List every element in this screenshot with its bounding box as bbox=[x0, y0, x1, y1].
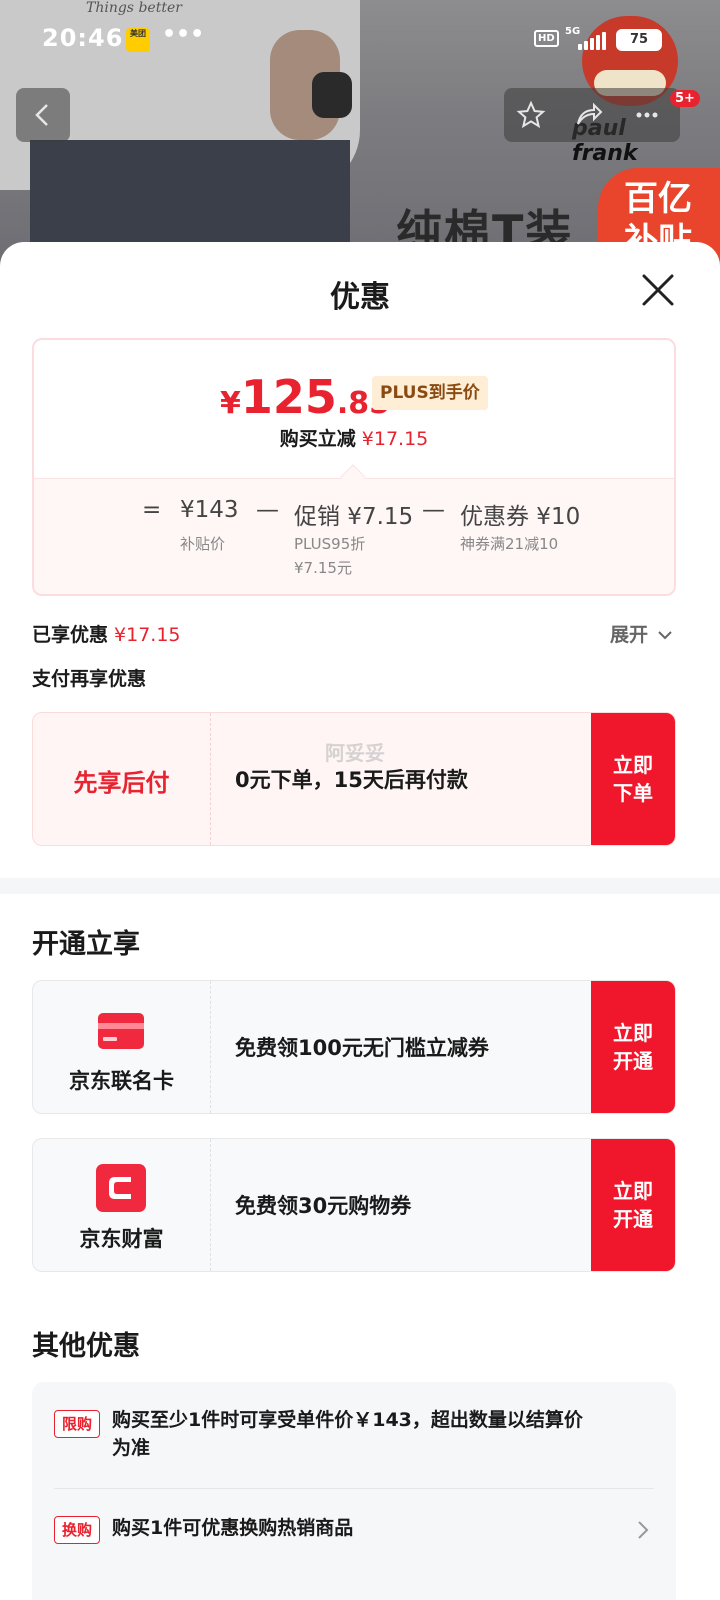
reduction-value: ¥17.15 bbox=[361, 428, 429, 450]
pay-later-desc: 0元下单，15天后再付款 bbox=[235, 768, 468, 792]
jd-finance-desc: 免费领30元购物券 bbox=[235, 1194, 412, 1218]
pay-more-heading: 支付再享优惠 bbox=[32, 668, 147, 690]
subsidy-badge-line1: 百亿 bbox=[624, 179, 692, 219]
section-divider bbox=[0, 878, 720, 894]
price-card: ¥125.85 PLUS到手价 购买立减 ¥17.15 = ¥143 补贴价 — … bbox=[32, 338, 676, 596]
open-section-title: 开通立享 bbox=[32, 929, 140, 960]
other-offers-box: 限购 购买至少1件时可享受单件价￥143，超出数量以结算价 为准 换购 购买1件… bbox=[32, 1382, 676, 1600]
status-time: 20:46 bbox=[42, 24, 124, 52]
jd-cobrand-card-offer[interactable]: 京东联名卡 免费领100元无门槛立减券 立即开通 bbox=[32, 980, 676, 1114]
pay-later-title: 先享后付 bbox=[73, 769, 170, 797]
limit-tag: 限购 bbox=[54, 1410, 100, 1438]
offer-separator bbox=[54, 1488, 654, 1489]
other-section-title: 其他优惠 bbox=[32, 1331, 140, 1362]
chevron-left-icon bbox=[35, 104, 48, 126]
enjoyed-discount: 已享优惠 ¥17.15 bbox=[32, 620, 181, 647]
back-button[interactable] bbox=[16, 88, 70, 142]
reduction-label: 购买立减 bbox=[279, 428, 356, 450]
equals-sign: = bbox=[142, 497, 162, 523]
minus-sign-1: — bbox=[256, 497, 279, 523]
jd-cobrand-desc: 免费领100元无门槛立减券 bbox=[235, 1036, 489, 1060]
jd-cobrand-name: 京东联名卡 bbox=[69, 1069, 174, 1093]
open-finance-button[interactable]: 立即开通 bbox=[591, 1139, 675, 1271]
promo-detail-2: ¥7.15元 bbox=[294, 559, 352, 577]
battery-icon: 75 bbox=[616, 29, 662, 51]
plus-price-tag: PLUS到手价 bbox=[372, 376, 488, 410]
expand-toggle[interactable]: 展开 bbox=[610, 620, 673, 647]
final-price: ¥125.85 bbox=[220, 370, 390, 424]
minus-sign-2: — bbox=[422, 497, 445, 523]
coupon-label: 神券满21减10 bbox=[460, 535, 559, 553]
limit-text-line1: 购买至少1件时可享受单件价￥143，超出数量以结算价 bbox=[112, 1409, 583, 1431]
star-icon[interactable] bbox=[516, 100, 546, 130]
price-breakdown: = ¥143 补贴价 — 促销 ¥7.15 PLUS95折 ¥7.15元 — 优… bbox=[34, 478, 674, 594]
enjoyed-label: 已享优惠 bbox=[32, 624, 109, 646]
base-price: ¥143 bbox=[180, 497, 239, 523]
open-cobrand-button[interactable]: 立即开通 bbox=[591, 981, 675, 1113]
jd-cobrand-left: 京东联名卡 bbox=[33, 981, 211, 1113]
promo-detail-1: PLUS95折 bbox=[294, 535, 366, 553]
signal-icon bbox=[574, 30, 608, 50]
expand-label: 展开 bbox=[610, 624, 649, 646]
jd-finance-left: 京东财富 bbox=[33, 1139, 211, 1271]
pay-later-card[interactable]: 先享后付 阿妥妥 0元下单，15天后再付款 立即下单 bbox=[32, 712, 676, 846]
jd-finance-offer[interactable]: 京东财富 免费领30元购物券 立即开通 bbox=[32, 1138, 676, 1272]
top-actions-bar bbox=[504, 88, 680, 142]
more-icon[interactable] bbox=[632, 100, 662, 130]
hd-icon: HD bbox=[534, 30, 559, 47]
discount-sheet: 优惠 ¥125.85 PLUS到手价 购买立减 ¥17.15 = ¥143 补贴价… bbox=[0, 242, 720, 1600]
limit-text-line2: 为准 bbox=[112, 1437, 151, 1459]
chevron-down-icon bbox=[657, 631, 672, 640]
status-more-icon: ••• bbox=[162, 22, 205, 47]
cart-count-badge: 5+ bbox=[670, 90, 700, 107]
coupon-amount: 优惠券 ¥10 bbox=[460, 504, 581, 530]
jd-finance-name: 京东财富 bbox=[79, 1227, 164, 1251]
meituan-app-icon: 美团 bbox=[126, 28, 150, 52]
base-price-label: 补贴价 bbox=[180, 535, 226, 553]
chevron-right-icon bbox=[638, 1521, 649, 1539]
order-now-button[interactable]: 立即下单 bbox=[591, 713, 675, 845]
sheet-title: 优惠 bbox=[330, 280, 390, 315]
price-integer: 125 bbox=[240, 370, 337, 424]
price-summary: ¥125.85 PLUS到手价 购买立减 ¥17.15 bbox=[34, 340, 674, 480]
close-icon[interactable] bbox=[638, 270, 678, 310]
enjoyed-value: ¥17.15 bbox=[114, 624, 181, 646]
exchange-tag: 换购 bbox=[54, 1516, 100, 1544]
pay-later-left: 先享后付 bbox=[33, 713, 211, 845]
instant-reduction: 购买立减 ¥17.15 bbox=[34, 424, 674, 451]
jd-finance-icon bbox=[96, 1164, 146, 1212]
credit-card-icon bbox=[98, 1013, 144, 1049]
promo-amount: 促销 ¥7.15 bbox=[294, 504, 414, 530]
exchange-text: 购买1件可优惠换购热销商品 bbox=[112, 1517, 354, 1539]
share-icon[interactable] bbox=[574, 100, 604, 130]
status-bar: 20:46 美团 ••• HD 5G 75 bbox=[0, 0, 720, 80]
price-currency: ¥ bbox=[220, 386, 241, 421]
